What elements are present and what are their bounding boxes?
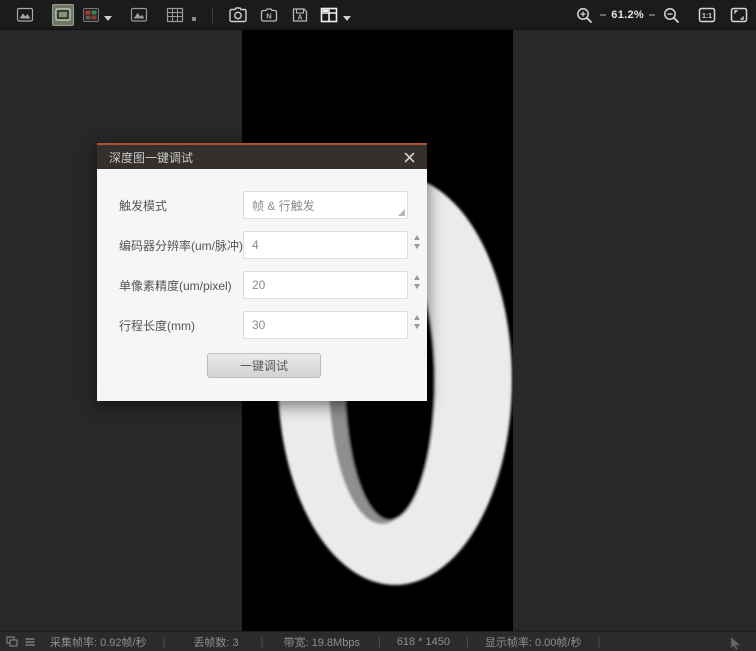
zoom-level-value[interactable]: 61.2% <box>611 9 644 21</box>
encoder-resolution-value: 4 <box>244 238 259 252</box>
pixel-precision-label: 单像素精度(um/pixel) <box>119 277 243 294</box>
status-separator: | <box>597 636 600 648</box>
depth-debug-dialog: 深度图一键调试 触发模式 帧 & 行触发 编码器分辨率(um/脉冲) 4 <box>97 143 427 401</box>
pixel-precision-row: 单像素精度(um/pixel) 20 <box>119 271 427 299</box>
spin-up-icon[interactable] <box>414 235 420 240</box>
fit-to-window-icon[interactable] <box>728 4 750 26</box>
display-fps-status: 显示帧率: 0.00帧/秒 <box>485 634 582 650</box>
travel-length-spinner[interactable] <box>414 315 420 329</box>
trigger-mode-select[interactable]: 帧 & 行触发 <box>243 191 408 219</box>
one-click-debug-button[interactable]: 一键调试 <box>207 353 321 378</box>
svg-text:A: A <box>297 14 302 21</box>
pseudo-color-dropdown-icon[interactable] <box>104 16 112 21</box>
lost-frames-status: 丢帧数: 3 <box>193 634 238 650</box>
status-separator: | <box>466 636 469 648</box>
encoder-resolution-label: 编码器分辨率(um/脉冲) <box>119 237 243 254</box>
zoom-increase-dash <box>649 14 655 16</box>
workspace: 深度图一键调试 触发模式 帧 & 行触发 编码器分辨率(um/脉冲) 4 <box>0 30 756 631</box>
trigger-mode-value: 帧 & 行触发 <box>244 197 315 214</box>
render-view-icon[interactable] <box>52 4 74 26</box>
resolution-status: 618 * 1450 <box>397 636 450 648</box>
toolbar-left-group: N A <box>0 0 351 30</box>
encoder-resolution-row: 编码器分辨率(um/脉冲) 4 <box>119 231 427 259</box>
trigger-mode-row: 触发模式 帧 & 行触发 <box>119 191 427 219</box>
combo-grip-icon <box>398 209 405 216</box>
dialog-title-bar[interactable]: 深度图一键调试 <box>97 143 427 169</box>
image-view-icon[interactable] <box>128 4 150 26</box>
pixel-precision-input[interactable]: 20 <box>243 271 408 299</box>
dialog-body: 触发模式 帧 & 行触发 编码器分辨率(um/脉冲) 4 单像素精度(um/pi… <box>97 169 427 378</box>
pixel-precision-value: 20 <box>244 278 265 292</box>
zoom-decrease-dash <box>600 14 606 16</box>
close-icon[interactable] <box>401 149 417 165</box>
status-separator: | <box>163 636 166 648</box>
spin-down-icon[interactable] <box>414 324 420 329</box>
table-data-dropdown-icon[interactable] <box>192 17 196 21</box>
table-data-icon[interactable] <box>164 4 186 26</box>
status-bar: 采集帧率: 0.92帧/秒 | 丢帧数: 3 | 带宽: 19.8Mbps | … <box>0 631 756 651</box>
travel-length-input[interactable]: 30 <box>243 311 408 339</box>
capture-image-icon[interactable] <box>227 4 249 26</box>
encoder-resolution-spinner[interactable] <box>414 235 420 249</box>
actual-size-icon[interactable]: 1:1 <box>696 4 718 26</box>
trigger-mode-label: 触发模式 <box>119 197 243 214</box>
encoder-resolution-input[interactable]: 4 <box>243 231 408 259</box>
toolbar-separator <box>212 7 213 23</box>
save-auto-icon[interactable]: A <box>289 4 311 26</box>
capture-fps-status: 采集帧率: 0.92帧/秒 <box>50 634 147 650</box>
travel-length-label: 行程长度(mm) <box>119 317 243 334</box>
top-toolbar: N A 61.2% 1:1 <box>0 0 756 30</box>
layout-grid-dropdown-icon[interactable] <box>343 16 351 21</box>
spin-down-icon[interactable] <box>414 284 420 289</box>
travel-length-row: 行程长度(mm) 30 <box>119 311 427 339</box>
travel-length-value: 30 <box>244 318 265 332</box>
pseudo-color-icon[interactable] <box>80 4 102 26</box>
record-n-icon[interactable]: N <box>258 4 280 26</box>
pixel-precision-spinner[interactable] <box>414 275 420 289</box>
status-separator: | <box>261 636 264 648</box>
svg-text:1:1: 1:1 <box>702 13 712 20</box>
dual-view-icon[interactable] <box>6 636 18 648</box>
layout-grid-icon[interactable] <box>318 4 340 26</box>
spin-up-icon[interactable] <box>414 315 420 320</box>
bandwidth-status: 带宽: 19.8Mbps <box>284 634 360 650</box>
svg-text:N: N <box>266 11 271 20</box>
status-separator: | <box>378 636 381 648</box>
spin-down-icon[interactable] <box>414 244 420 249</box>
menu-lines-icon[interactable] <box>24 636 36 648</box>
dialog-title: 深度图一键调试 <box>109 149 401 166</box>
toolbar-right-group: 61.2% 1:1 <box>573 0 750 30</box>
zoom-out-icon[interactable] <box>660 4 682 26</box>
image-preview-icon[interactable] <box>14 4 36 26</box>
spin-up-icon[interactable] <box>414 275 420 280</box>
mouse-cursor <box>730 636 742 651</box>
zoom-in-icon[interactable] <box>573 4 595 26</box>
